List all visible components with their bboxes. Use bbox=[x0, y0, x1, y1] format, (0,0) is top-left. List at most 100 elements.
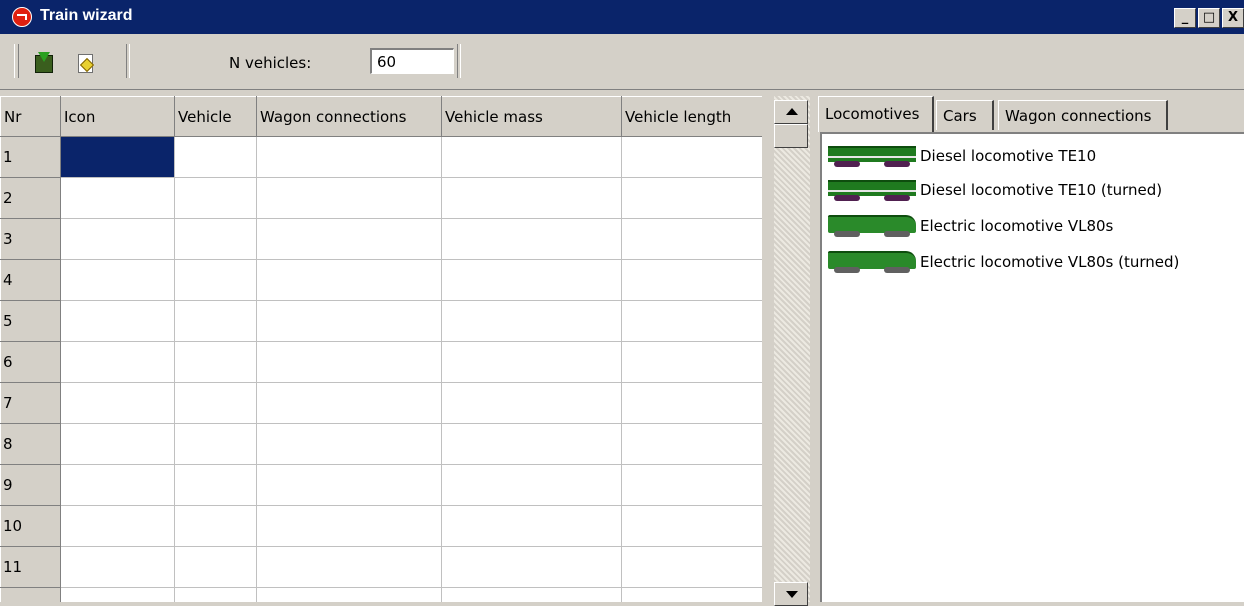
column-header[interactable]: Vehicle bbox=[174, 96, 257, 137]
column-header[interactable]: Icon bbox=[60, 96, 175, 137]
table-row[interactable]: 8 bbox=[0, 423, 762, 465]
grid-cell[interactable] bbox=[256, 587, 442, 602]
grid-cell[interactable] bbox=[60, 546, 175, 588]
grid-cell[interactable] bbox=[441, 218, 622, 260]
scroll-thumb[interactable] bbox=[774, 124, 808, 148]
grid-cell[interactable] bbox=[621, 341, 762, 383]
grid-cell[interactable] bbox=[174, 177, 257, 219]
grid-cell[interactable] bbox=[621, 177, 762, 219]
minimize-button[interactable]: _ bbox=[1174, 8, 1196, 28]
grid-cell[interactable] bbox=[256, 218, 442, 260]
grid-cell[interactable] bbox=[174, 218, 257, 260]
table-row[interactable]: 5 bbox=[0, 300, 762, 342]
grid-vertical-scrollbar[interactable] bbox=[774, 96, 810, 606]
grid-cell[interactable] bbox=[441, 464, 622, 506]
grid-cell[interactable] bbox=[174, 259, 257, 301]
grid-cell[interactable] bbox=[621, 382, 762, 424]
list-item-label: Electric locomotive VL80s bbox=[920, 217, 1114, 235]
close-button[interactable]: X bbox=[1222, 8, 1244, 28]
tab-wagon-connections[interactable]: Wagon connections bbox=[998, 100, 1168, 130]
grid-cell[interactable] bbox=[621, 505, 762, 547]
vehicle-grid[interactable]: Nr Icon Vehicle Wagon connections Vehicle ma… bbox=[0, 96, 762, 602]
list-item[interactable]: Electric locomotive VL80s (turned) bbox=[826, 246, 1179, 278]
grid-cell[interactable] bbox=[60, 300, 175, 342]
table-row[interactable]: 11 bbox=[0, 546, 762, 588]
grid-cell[interactable] bbox=[174, 300, 257, 342]
grid-cell[interactable] bbox=[60, 218, 175, 260]
grid-cell[interactable] bbox=[256, 136, 442, 178]
table-row[interactable]: 2 bbox=[0, 177, 762, 219]
grid-cell[interactable] bbox=[441, 587, 622, 602]
grid-cell[interactable] bbox=[441, 259, 622, 301]
grid-cell[interactable] bbox=[441, 136, 622, 178]
grid-cell[interactable] bbox=[174, 464, 257, 506]
grid-cell[interactable] bbox=[60, 382, 175, 424]
grid-cell[interactable] bbox=[60, 136, 175, 178]
grid-cell[interactable] bbox=[174, 423, 257, 465]
grid-cell[interactable] bbox=[256, 341, 442, 383]
grid-cell[interactable] bbox=[621, 464, 762, 506]
diesel-locomotive-icon bbox=[826, 143, 920, 169]
grid-cell[interactable] bbox=[441, 382, 622, 424]
table-row[interactable]: 6 bbox=[0, 341, 762, 383]
grid-cell[interactable] bbox=[621, 218, 762, 260]
grid-cell[interactable] bbox=[60, 423, 175, 465]
grid-cell[interactable] bbox=[441, 546, 622, 588]
grid-cell[interactable] bbox=[256, 505, 442, 547]
tab-locomotives[interactable]: Locomotives bbox=[818, 96, 934, 132]
grid-cell[interactable] bbox=[60, 259, 175, 301]
grid-cell[interactable] bbox=[60, 464, 175, 506]
save-button[interactable] bbox=[32, 52, 56, 76]
title-bar[interactable]: Train wizard _ □ X bbox=[0, 0, 1244, 34]
grid-cell[interactable] bbox=[256, 300, 442, 342]
table-row[interactable]: 1 bbox=[0, 136, 762, 178]
grid-cell[interactable] bbox=[174, 136, 257, 178]
table-row[interactable]: 12 bbox=[0, 587, 762, 602]
maximize-button[interactable]: □ bbox=[1198, 8, 1220, 28]
grid-cell[interactable] bbox=[60, 587, 175, 602]
table-row[interactable]: 9 bbox=[0, 464, 762, 506]
grid-cell[interactable] bbox=[621, 546, 762, 588]
column-header[interactable]: Nr bbox=[0, 96, 61, 137]
grid-cell[interactable] bbox=[621, 300, 762, 342]
grid-cell[interactable] bbox=[60, 341, 175, 383]
grid-cell[interactable] bbox=[256, 464, 442, 506]
list-item[interactable]: Diesel locomotive TE10 bbox=[826, 140, 1096, 172]
scroll-down-button[interactable] bbox=[774, 582, 808, 606]
grid-cell[interactable] bbox=[441, 505, 622, 547]
grid-cell[interactable] bbox=[60, 505, 175, 547]
table-row[interactable]: 4 bbox=[0, 259, 762, 301]
grid-cell[interactable] bbox=[256, 177, 442, 219]
grid-cell[interactable] bbox=[256, 546, 442, 588]
toolbar-grip[interactable] bbox=[14, 44, 19, 78]
grid-cell[interactable] bbox=[174, 341, 257, 383]
grid-cell[interactable] bbox=[256, 423, 442, 465]
grid-cell[interactable] bbox=[621, 136, 762, 178]
n-vehicles-input[interactable] bbox=[370, 48, 454, 74]
table-row[interactable]: 10 bbox=[0, 505, 762, 547]
table-row[interactable]: 3 bbox=[0, 218, 762, 260]
grid-cell[interactable] bbox=[621, 259, 762, 301]
column-header[interactable]: Vehicle mass bbox=[441, 96, 622, 137]
list-item[interactable]: Electric locomotive VL80s bbox=[826, 210, 1113, 242]
grid-cell[interactable] bbox=[441, 423, 622, 465]
column-header[interactable]: Wagon connections bbox=[256, 96, 442, 137]
grid-cell[interactable] bbox=[441, 300, 622, 342]
grid-cell[interactable] bbox=[174, 382, 257, 424]
grid-cell[interactable] bbox=[621, 423, 762, 465]
grid-cell[interactable] bbox=[441, 177, 622, 219]
table-row[interactable]: 7 bbox=[0, 382, 762, 424]
list-item[interactable]: Diesel locomotive TE10 (turned) bbox=[826, 174, 1162, 206]
grid-cell[interactable] bbox=[174, 505, 257, 547]
grid-cell[interactable] bbox=[256, 382, 442, 424]
grid-cell[interactable] bbox=[256, 259, 442, 301]
scroll-up-button[interactable] bbox=[774, 100, 808, 124]
grid-cell[interactable] bbox=[621, 587, 762, 602]
grid-cell[interactable] bbox=[60, 177, 175, 219]
column-header[interactable]: Vehicle length bbox=[621, 96, 762, 137]
grid-cell[interactable] bbox=[441, 341, 622, 383]
grid-cell[interactable] bbox=[174, 546, 257, 588]
tab-cars[interactable]: Cars bbox=[936, 100, 994, 130]
grid-cell[interactable] bbox=[174, 587, 257, 602]
edit-button[interactable] bbox=[74, 52, 98, 76]
